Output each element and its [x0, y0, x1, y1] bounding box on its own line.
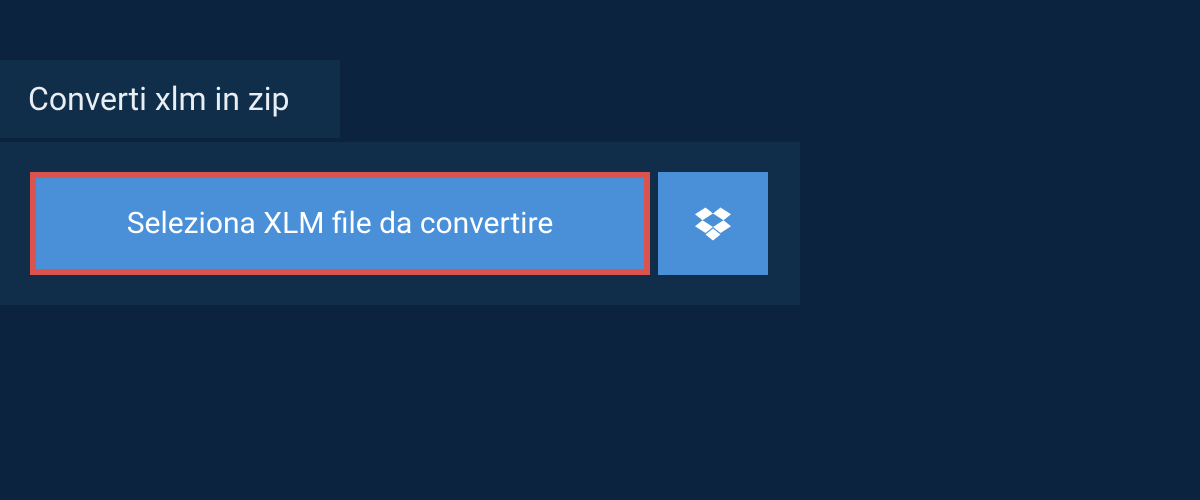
- dropbox-icon: [695, 207, 731, 241]
- dropbox-button[interactable]: [658, 172, 768, 275]
- tab-container: Converti xlm in zip: [0, 60, 340, 138]
- tab-convert[interactable]: Converti xlm in zip: [0, 60, 340, 138]
- select-file-button[interactable]: Seleziona XLM file da convertire: [30, 172, 650, 275]
- select-file-label: Seleziona XLM file da convertire: [127, 206, 554, 241]
- tab-label: Converti xlm in zip: [28, 80, 290, 118]
- file-select-panel: Seleziona XLM file da convertire: [0, 142, 800, 305]
- button-row: Seleziona XLM file da convertire: [30, 172, 770, 275]
